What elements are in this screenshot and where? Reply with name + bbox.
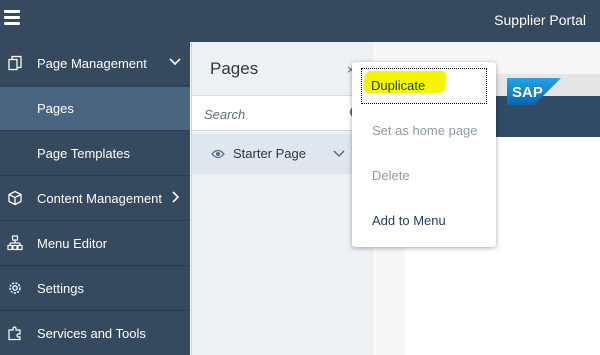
menu-item-label: Duplicate	[371, 78, 426, 93]
search-input[interactable]: Search	[204, 107, 245, 122]
sidebar-item-label: Content Management	[37, 191, 163, 206]
menu-item-label: Delete	[372, 168, 410, 183]
menu-item-label: Add to Menu	[372, 213, 446, 228]
hierarchy-icon	[7, 235, 23, 251]
gear-icon	[9, 282, 21, 294]
menu-item-delete[interactable]: Delete	[352, 154, 496, 198]
sidebar-item-label: Menu Editor	[37, 236, 108, 251]
chevron-down-icon[interactable]	[332, 147, 346, 161]
context-menu: Duplicate Set as home page Delete Add to…	[352, 62, 496, 247]
sidebar: Page Management Pages Page Templates Con…	[0, 42, 190, 355]
pages-panel: Pages × Search Starter Page	[191, 42, 375, 355]
app-title: Supplier Portal	[494, 12, 586, 28]
chevron-down-icon	[169, 58, 181, 66]
menu-item-set-as-home-page[interactable]: Set as home page	[352, 109, 496, 153]
sidebar-item-page-templates[interactable]: Page Templates	[0, 132, 190, 176]
sap-logo: SAP	[507, 78, 561, 105]
menu-item-label: Set as home page	[372, 123, 478, 138]
sidebar-item-label: Page Management	[37, 56, 147, 71]
puzzle-icon	[8, 326, 21, 341]
page-management-icon	[8, 55, 22, 71]
sidebar-item-label: Pages	[37, 101, 74, 116]
cube-icon	[8, 190, 22, 206]
sidebar-item-services-and-tools[interactable]: Services and Tools	[0, 312, 190, 355]
sidebar-item-label: Services and Tools	[37, 326, 146, 341]
page-item-label: Starter Page	[233, 146, 306, 161]
search-field[interactable]: Search	[192, 95, 375, 131]
sidebar-item-content-management[interactable]: Content Management	[0, 177, 190, 221]
sidebar-item-menu-editor[interactable]: Menu Editor	[0, 222, 190, 266]
menu-item-add-to-menu[interactable]: Add to Menu	[352, 199, 496, 243]
sidebar-item-label: Settings	[37, 281, 84, 296]
shell-header: Supplier Portal	[0, 0, 600, 42]
page-list-item[interactable]: Starter Page	[192, 134, 375, 174]
eye-icon	[211, 149, 225, 159]
hamburger-menu-icon[interactable]	[4, 10, 20, 30]
pages-panel-title: Pages	[210, 59, 259, 78]
sidebar-item-pages[interactable]: Pages	[0, 87, 190, 131]
sap-logo-text: SAP	[512, 84, 543, 101]
sidebar-item-label: Page Templates	[37, 146, 130, 161]
menu-item-duplicate[interactable]: Duplicate	[361, 68, 487, 104]
chevron-right-icon	[172, 191, 180, 203]
sidebar-item-settings[interactable]: Settings	[0, 267, 190, 311]
sidebar-item-page-management[interactable]: Page Management	[0, 42, 190, 86]
